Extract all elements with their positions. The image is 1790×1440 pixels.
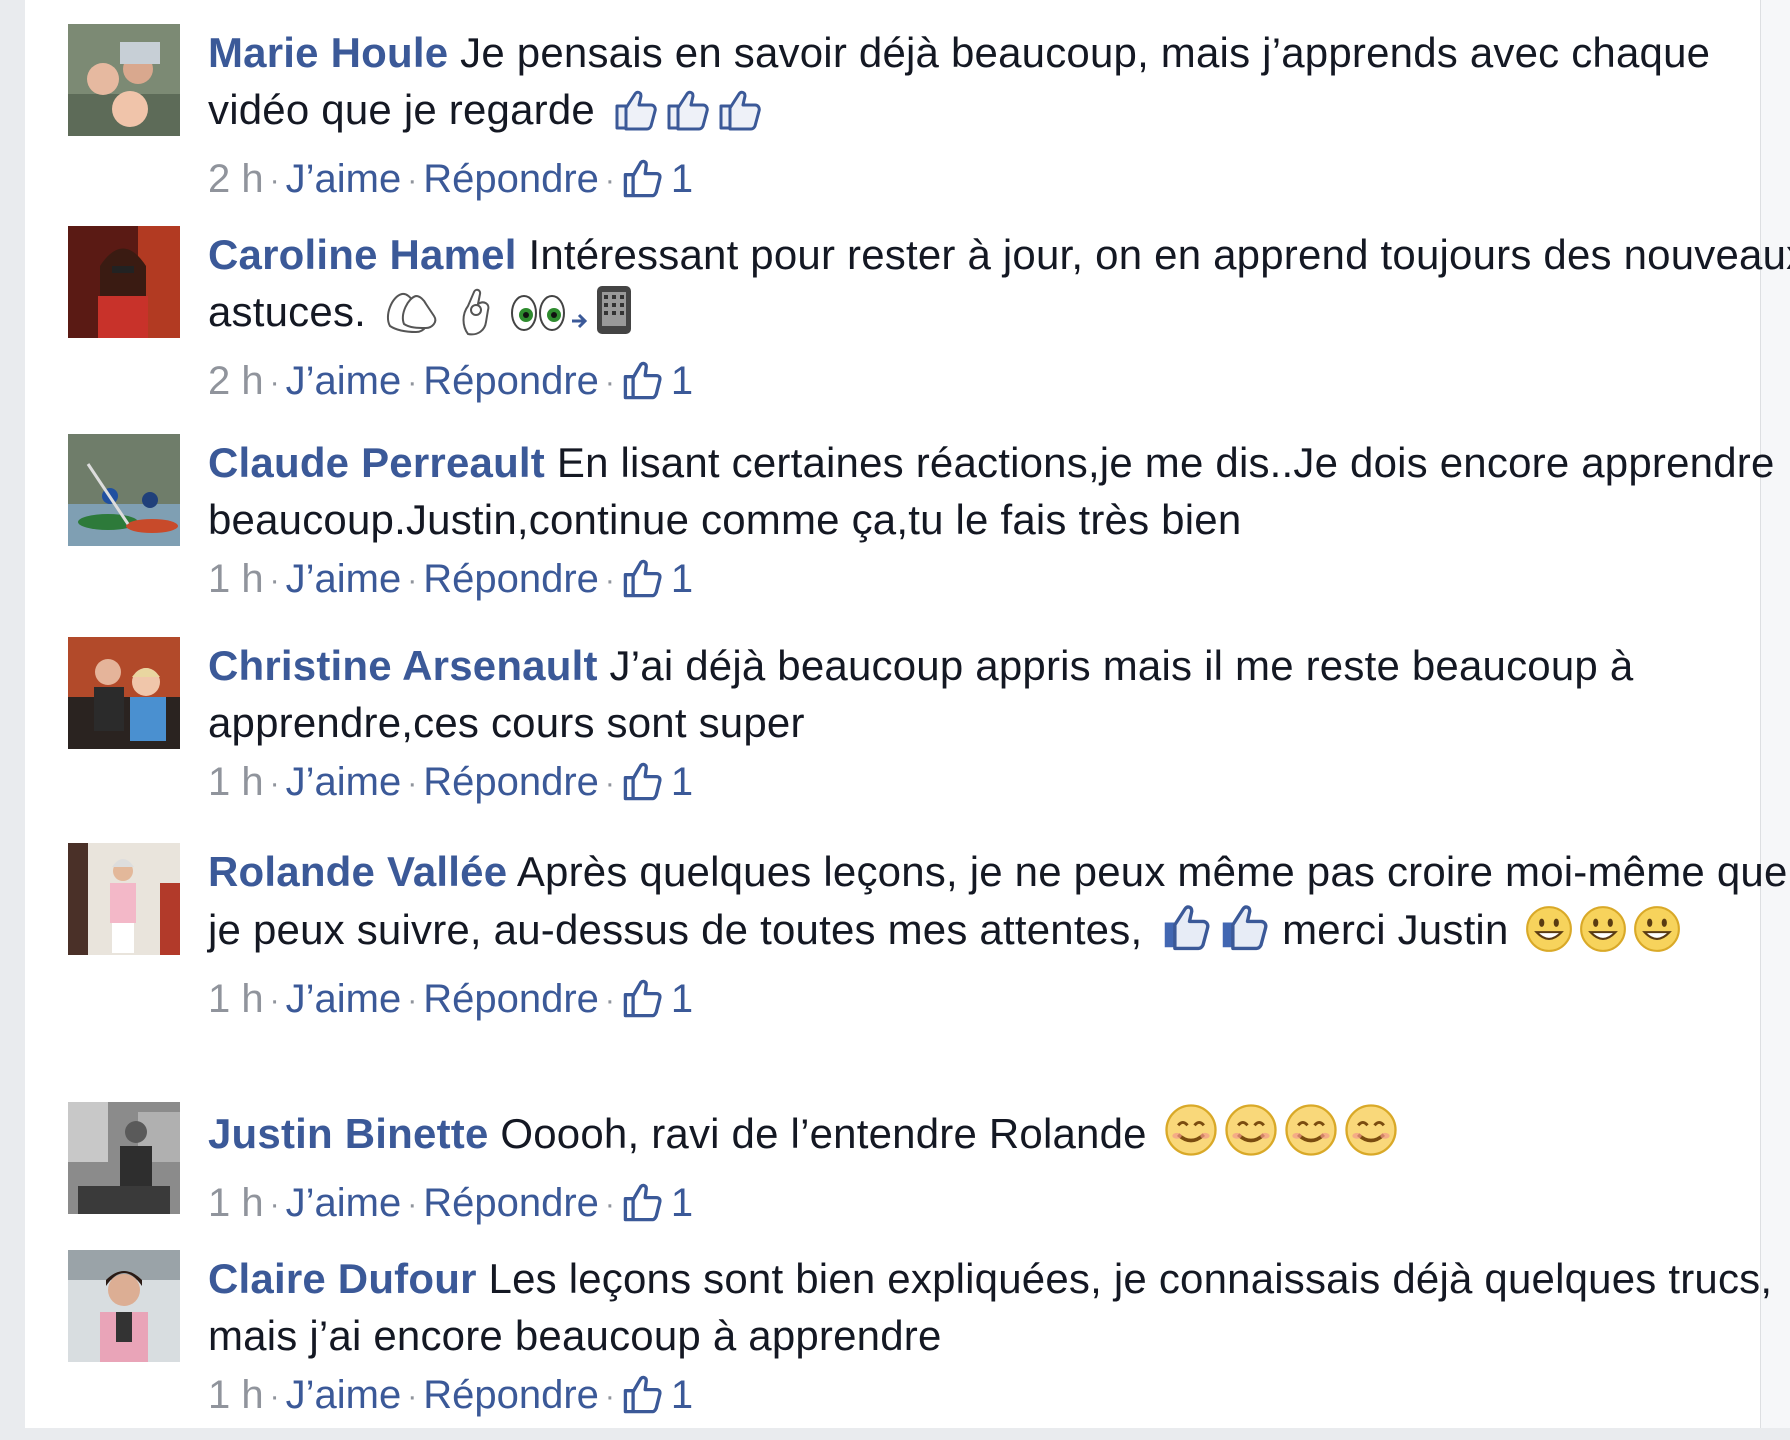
timestamp[interactable]: 1 h [208,1373,264,1417]
like-count[interactable]: 1 [621,157,693,201]
timestamp[interactable]: 2 h [208,359,264,403]
like-count[interactable]: 1 [621,359,693,403]
comment-meta: 1 h · J’aime · Répondre · 1 [208,974,1790,1032]
timestamp[interactable]: 2 h [208,157,264,201]
comment-text: Christine Arsenault J’ai déjà beaucoup a… [208,637,1790,751]
eyes-icon [510,290,566,350]
like-icon [621,759,665,815]
like-count[interactable]: 1 [621,760,693,804]
comment-meta: 1 h · J’aime · Répondre · 1 [208,554,1790,612]
avatar[interactable] [68,1102,180,1214]
smiling-face-icon [1343,1102,1399,1172]
like-link[interactable]: J’aime [286,760,402,804]
comment-author[interactable]: Claude Perreault [208,439,545,486]
avatar[interactable] [68,1250,180,1362]
comment-author[interactable]: Justin Binette [208,1110,489,1157]
timestamp[interactable]: 1 h [208,557,264,601]
reply-link[interactable]: Répondre [423,157,599,201]
like-count-value: 1 [670,557,694,601]
comment-message-end: merci Justin [1282,906,1509,953]
like-count-value: 1 [670,359,694,403]
like-icon [621,1180,665,1236]
smiling-face-icon [1223,1102,1279,1172]
like-link[interactable]: J’aime [286,977,402,1021]
timestamp[interactable]: 1 h [208,760,264,804]
comment-author[interactable]: Christine Arsenault [208,642,598,689]
avatar[interactable] [68,24,180,136]
comment-text: Justin Binette Ooooh, ravi de l’entendre… [208,1102,1790,1172]
grinning-face-icon [1632,904,1682,968]
like-count[interactable]: 1 [621,1373,693,1417]
like-count-value: 1 [670,760,694,804]
like-count-value: 1 [670,1373,694,1417]
comment-message: Ooooh, ravi de l’entendre Rolande [500,1110,1147,1157]
like-count-value: 1 [670,977,694,1021]
grinning-face-icon [1578,904,1628,968]
like-count[interactable]: 1 [621,557,693,601]
comment-author[interactable]: Caroline Hamel [208,231,517,278]
thumbs-up-icon [663,86,711,148]
reply-link[interactable]: Répondre [423,977,599,1021]
comment-meta: 2 h · J’aime · Répondre · 1 [208,154,1790,212]
like-icon [621,976,665,1032]
avatar[interactable] [68,434,180,546]
like-link[interactable]: J’aime [286,1373,402,1417]
comment-meta: 1 h · J’aime · Répondre · 1 [208,1370,1790,1428]
like-icon [621,556,665,612]
timestamp[interactable]: 1 h [208,1181,264,1225]
comment-text: Marie Houle Je pensais en savoir déjà be… [208,24,1790,148]
comment-author[interactable]: Rolande Vallée [208,848,507,895]
like-count-value: 1 [670,1181,694,1225]
like-link[interactable]: J’aime [286,359,402,403]
arrow-right-icon [570,293,590,350]
reply-link[interactable]: Répondre [423,1181,599,1225]
clapping-hands-icon [382,286,442,350]
like-icon [621,1372,665,1428]
thumbs-up-icon [715,86,763,148]
smiling-face-icon [1163,1102,1219,1172]
comment-text: Rolande Vallée Après quelques leçons, je… [208,843,1790,968]
thumbs-up-icon [611,86,659,148]
panel-bottom-edge [0,1428,1790,1440]
comment-author[interactable]: Marie Houle [208,29,448,76]
like-count[interactable]: 1 [621,1181,693,1225]
comment-meta: 1 h · J’aime · Répondre · 1 [208,1178,1790,1236]
like-icon [621,358,665,414]
reply-link[interactable]: Répondre [423,359,599,403]
reply-link[interactable]: Répondre [423,557,599,601]
grinning-face-icon [1524,904,1574,968]
tablet-icon [594,284,634,350]
avatar[interactable] [68,226,180,338]
avatar[interactable] [68,843,180,955]
thumbs-up-icon [1158,900,1212,968]
comment-text: Claire Dufour Les leçons sont bien expli… [208,1250,1790,1364]
comment-text: Caroline Hamel Intéressant pour rester à… [208,226,1790,350]
comment-meta: 2 h · J’aime · Répondre · 1 [208,356,1790,414]
reply-link[interactable]: Répondre [423,760,599,804]
thumbs-up-icon [1216,900,1270,968]
comment-text: Claude Perreault En lisant certaines réa… [208,434,1790,548]
like-count[interactable]: 1 [621,977,693,1021]
ok-hand-icon [458,286,494,350]
like-icon [621,156,665,212]
smiling-face-icon [1283,1102,1339,1172]
reply-link[interactable]: Répondre [423,1373,599,1417]
timestamp[interactable]: 1 h [208,977,264,1021]
comment-author[interactable]: Claire Dufour [208,1255,477,1302]
like-link[interactable]: J’aime [286,1181,402,1225]
like-link[interactable]: J’aime [286,557,402,601]
comment-meta: 1 h · J’aime · Répondre · 1 [208,757,1790,815]
avatar[interactable] [68,637,180,749]
like-link[interactable]: J’aime [286,157,402,201]
like-count-value: 1 [670,157,694,201]
